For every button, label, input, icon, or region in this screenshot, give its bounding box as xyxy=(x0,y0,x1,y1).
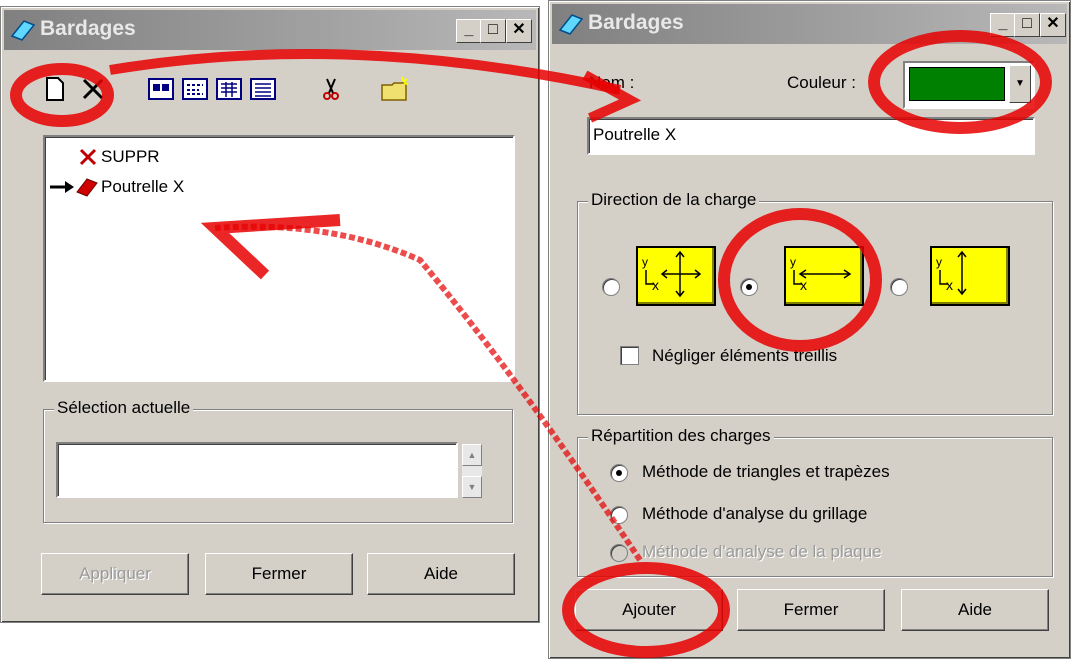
name-label: Nom : xyxy=(589,73,635,92)
bardages-list[interactable]: SUPPR Poutrelle X xyxy=(43,135,515,382)
left-window-bardages: Bardages _ □ ✕ SUPPR Poutrelle X Sélecti… xyxy=(0,6,540,623)
direction-x-option[interactable]: y x xyxy=(784,246,864,306)
eraser-icon xyxy=(10,20,36,41)
right-window-bardages: Bardages _ □ ✕ Nom : Couleur : ▼ Poutrel… xyxy=(548,0,1071,659)
direction-y-option[interactable]: y x xyxy=(930,246,1010,306)
red-x-icon xyxy=(79,148,97,166)
maximize-button[interactable]: □ xyxy=(480,19,506,43)
close-button-right[interactable]: Fermer xyxy=(737,589,885,631)
method-radio-triangles[interactable] xyxy=(610,464,628,482)
right-titlebar[interactable]: Bardages _ □ ✕ xyxy=(552,4,1067,44)
color-swatch xyxy=(909,67,1005,101)
help-button-right[interactable]: Aide xyxy=(901,589,1049,631)
y-arrow-icon: y x xyxy=(936,250,967,296)
load-distribution-legend: Répartition des charges xyxy=(588,426,774,446)
scroll-down-button[interactable]: ▼ xyxy=(462,476,482,498)
selection-scrollbar[interactable]: ▲ ▼ xyxy=(462,444,482,498)
chevron-down-icon[interactable]: ▼ xyxy=(1009,65,1031,103)
method-label-plate: Méthode d'analyse de la plaque xyxy=(642,542,882,561)
axis-y-label: y xyxy=(642,255,648,269)
close-button-left[interactable]: Fermer xyxy=(205,553,353,595)
neglect-lattice-checkbox[interactable] xyxy=(620,346,639,365)
direction-xy-option[interactable]: y x xyxy=(636,246,716,306)
apply-button[interactable]: Appliquer xyxy=(41,553,189,595)
current-selection-legend: Sélection actuelle xyxy=(54,398,194,418)
list-item-label: Poutrelle X xyxy=(101,177,185,196)
list-item-label: SUPPR xyxy=(101,147,160,166)
folder-new-icon[interactable] xyxy=(379,73,411,105)
load-direction-legend: Direction de la charge xyxy=(588,190,760,210)
neglect-lattice-label: Négliger éléments treillis xyxy=(652,346,838,365)
xy-arrows-icon: y x xyxy=(642,250,702,298)
axis-x-label: x xyxy=(800,277,807,293)
direction-radio-3[interactable] xyxy=(890,278,908,296)
method-radio-grid[interactable] xyxy=(610,506,628,524)
add-button[interactable]: Ajouter xyxy=(575,589,723,631)
view2-icon[interactable] xyxy=(179,73,211,105)
name-input-value: Poutrelle X xyxy=(593,125,677,144)
color-label: Couleur : xyxy=(787,73,856,92)
left-titlebar[interactable]: Bardages _ □ ✕ xyxy=(4,10,536,50)
red-beam-icon xyxy=(76,178,98,197)
new-document-icon[interactable] xyxy=(39,73,71,105)
left-window-title: Bardages xyxy=(40,17,136,40)
scroll-up-button[interactable]: ▲ xyxy=(462,444,482,466)
axis-y-label: y xyxy=(790,255,796,269)
help-button-left[interactable]: Aide xyxy=(367,553,515,595)
method-label-triangles: Méthode de triangles et trapèzes xyxy=(642,462,890,481)
method-label-grid: Méthode d'analyse du grillage xyxy=(642,504,868,523)
current-selection-field[interactable] xyxy=(56,442,458,498)
view1-icon[interactable] xyxy=(145,73,177,105)
delete-icon[interactable] xyxy=(77,73,109,105)
minimize-button[interactable]: _ xyxy=(990,13,1016,37)
minimize-button[interactable]: _ xyxy=(456,19,482,43)
view3-icon[interactable] xyxy=(213,73,245,105)
eraser-icon xyxy=(558,14,584,35)
arrow-right-icon xyxy=(50,181,74,193)
load-direction-group: Direction de la charge y x y x y x Négli… xyxy=(577,190,1053,415)
color-select[interactable]: ▼ xyxy=(903,61,1035,109)
axis-y-label: y xyxy=(936,255,942,269)
direction-radio-1[interactable] xyxy=(602,278,620,296)
view4-icon[interactable] xyxy=(247,73,279,105)
current-selection-group: Sélection actuelle ▲ ▼ xyxy=(43,398,513,523)
x-arrow-icon: y x xyxy=(790,255,852,293)
close-button[interactable]: ✕ xyxy=(506,19,532,43)
load-distribution-group: Répartition des charges Méthode de trian… xyxy=(577,426,1053,577)
maximize-button[interactable]: □ xyxy=(1014,13,1040,37)
toolbar xyxy=(33,73,483,107)
direction-radio-2[interactable] xyxy=(740,278,758,296)
right-window-title: Bardages xyxy=(588,11,684,34)
close-button[interactable]: ✕ xyxy=(1040,13,1066,37)
axis-x-label: x xyxy=(946,277,953,293)
name-input[interactable]: Poutrelle X xyxy=(587,117,1035,155)
scissors-icon[interactable] xyxy=(315,73,347,105)
method-radio-plate[interactable] xyxy=(610,544,628,562)
axis-x-label: x xyxy=(652,277,659,293)
